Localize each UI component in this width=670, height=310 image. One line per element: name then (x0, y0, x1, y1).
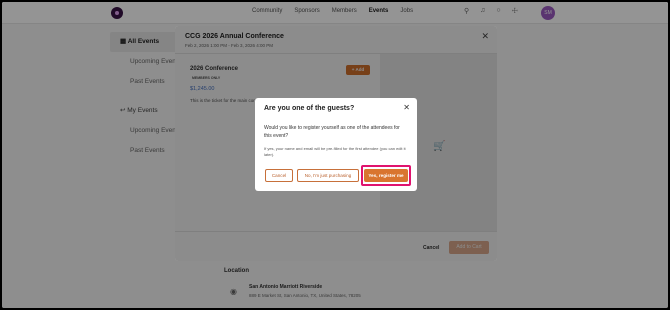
just-purchasing-button[interactable]: No, I'm just purchasing (297, 169, 359, 182)
guest-confirmation-dialog: Are you one of the guests? ✕ Would you l… (255, 98, 417, 191)
register-me-button[interactable]: Yes, register me (364, 169, 408, 182)
app-window: Community Sponsors Members Events Jobs ⚲… (2, 2, 668, 308)
close-icon[interactable]: ✕ (403, 103, 410, 112)
dialog-note: If yes, your name and email will be pre-… (264, 146, 406, 157)
dialog-title: Are you one of the guests? (264, 105, 355, 112)
cancel-button[interactable]: Cancel (265, 169, 293, 182)
dialog-question: Would you like to register yourself as o… (264, 125, 400, 139)
